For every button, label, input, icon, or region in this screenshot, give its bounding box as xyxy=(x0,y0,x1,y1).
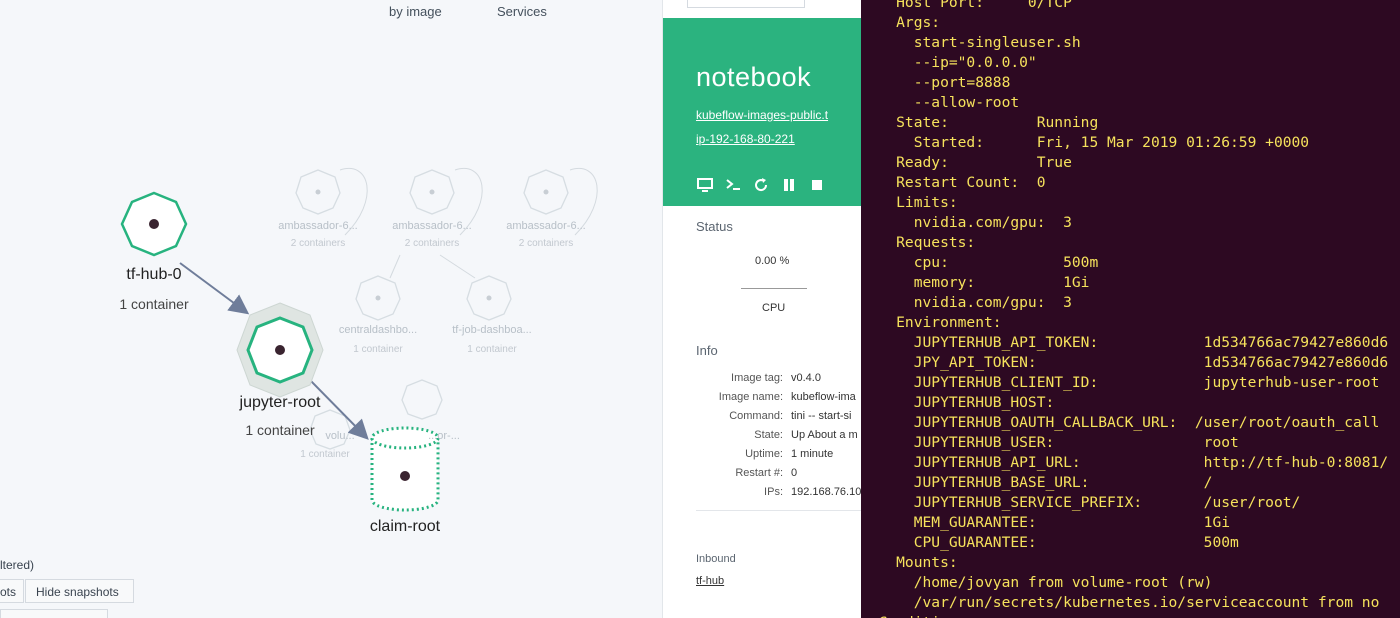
ghost-node-sub: 1 container xyxy=(467,344,517,355)
info-key: State: xyxy=(754,429,783,441)
cpu-sparkline xyxy=(741,288,807,289)
terminal-line: JUPYTERHUB_API_URL: http://tf-hub-0:8081… xyxy=(861,454,1389,471)
details-title: notebook xyxy=(696,62,812,92)
terminal-line: Mounts: xyxy=(861,554,958,571)
terminal-icon[interactable] xyxy=(724,176,742,194)
topology-graph[interactable]: by image Services tf-hub-0 1 container j… xyxy=(0,0,662,618)
stop-icon[interactable] xyxy=(808,176,826,194)
pause-icon[interactable] xyxy=(780,176,798,194)
terminal-line: Restart Count: 0 xyxy=(861,174,1046,191)
info-row: State: Up About a m xyxy=(663,429,863,448)
terminal-line: Args: xyxy=(861,14,941,31)
terminal-line: cpu: 500m xyxy=(861,254,1099,271)
info-row: Image name: kubeflow-ima xyxy=(663,391,863,410)
ghost-node-label[interactable]: ...or-... xyxy=(424,430,464,442)
terminal-line: MEM_GUARANTEE: 1Gi xyxy=(861,514,1231,531)
terminal-line: nvidia.com/gpu: 3 xyxy=(861,214,1072,231)
details-top-strip xyxy=(663,0,863,18)
tf-hub-name[interactable]: tf-hub-0 xyxy=(104,266,204,284)
terminal-line: Ready: True xyxy=(861,154,1072,171)
terminal-line: JPY_API_TOKEN: 1d534766ac79427e860d6 xyxy=(861,354,1389,371)
info-value: 0 xyxy=(791,467,798,479)
details-top-button[interactable] xyxy=(687,0,805,8)
info-row: Image tag: v0.4.0 xyxy=(663,372,863,391)
terminal-line: JUPYTERHUB_HOST: xyxy=(861,394,1055,411)
info-value: 1 minute xyxy=(791,448,834,460)
info-row: Restart #: 0 xyxy=(663,467,863,486)
info-value: Up About a m xyxy=(791,429,858,441)
details-actions xyxy=(696,176,826,194)
terminal-line: Requests: xyxy=(861,234,976,251)
info-value: kubeflow-ima xyxy=(791,391,856,403)
inbound-link[interactable]: tf-hub xyxy=(696,575,724,587)
image-link[interactable]: kubeflow-images-public.t xyxy=(696,108,828,122)
terminal-line: Conditions: xyxy=(861,613,976,618)
tf-hub-sub: 1 container xyxy=(119,296,189,312)
details-panel: notebook kubeflow-images-public.t ip-192… xyxy=(662,0,863,618)
terminal-line: JUPYTERHUB_SERVICE_PREFIX: /user/root/ xyxy=(861,494,1301,511)
info-key: Image tag: xyxy=(731,372,783,384)
terminal-line: Started: Fri, 15 Mar 2019 01:26:59 +0000 xyxy=(861,134,1310,151)
ghost-node-sub: 1 container xyxy=(353,344,403,355)
terminal-line: JUPYTERHUB_USER: root xyxy=(861,434,1239,451)
filter-status: ltered) xyxy=(0,558,35,572)
info-value: 192.168.76.10 xyxy=(791,486,862,498)
terminal-line: JUPYTERHUB_BASE_URL: / xyxy=(861,474,1213,491)
terminal-line: JUPYTERHUB_OAUTH_CALLBACK_URL: /user/roo… xyxy=(861,414,1380,431)
terminal-window[interactable]: Host Port: 0/TCP Args: start-singleuser.… xyxy=(861,0,1400,618)
info-value: v0.4.0 xyxy=(791,372,821,384)
ghost-node-sub: 1 container xyxy=(300,449,350,460)
ghost-node-sub: 2 containers xyxy=(518,238,574,249)
ghost-node-sub: 2 containers xyxy=(290,238,346,249)
ghost-node-label[interactable]: ambassador-6... xyxy=(258,220,378,232)
terminal-line: --ip="0.0.0.0" xyxy=(861,54,1037,71)
restart-icon[interactable] xyxy=(752,176,770,194)
ghost-node-label[interactable]: centraldashbo... xyxy=(318,324,438,336)
monitor-icon[interactable] xyxy=(696,176,714,194)
info-key: Uptime: xyxy=(745,448,783,460)
ghost-node-label[interactable]: ambassador-6... xyxy=(372,220,492,232)
ghost-node-label[interactable]: volu... xyxy=(310,430,370,442)
info-key: Image name: xyxy=(718,391,783,403)
show-snapshots-button[interactable]: ots xyxy=(0,579,24,603)
terminal-line: /home/jovyan from volume-root (rw) xyxy=(861,574,1213,591)
cpu-label: CPU xyxy=(762,302,786,314)
info-key: IPs: xyxy=(764,486,783,498)
host-link[interactable]: ip-192-168-80-221 xyxy=(696,132,795,146)
claim-root-name[interactable]: claim-root xyxy=(345,518,465,536)
info-row: Command: tini -- start-si xyxy=(663,410,863,429)
ghost-node-label[interactable]: tf-job-dashboa... xyxy=(432,324,552,336)
terminal-line: nvidia.com/gpu: 3 xyxy=(861,294,1072,311)
terminal-line: Host Port: 0/TCP xyxy=(861,0,1072,11)
info-row: Uptime: 1 minute xyxy=(663,448,863,467)
info-key: Command: xyxy=(729,410,783,422)
terminal-line: --port=8888 xyxy=(861,74,1011,91)
terminal-line: Limits: xyxy=(861,194,958,211)
bottom-control[interactable] xyxy=(0,609,108,618)
status-section-title: Status xyxy=(696,219,733,234)
terminal-line: State: Running xyxy=(861,114,1099,131)
cpu-value: 0.00 % xyxy=(755,255,790,267)
terminal-line: start-singleuser.sh xyxy=(861,34,1081,51)
info-key: Restart #: xyxy=(735,467,783,479)
divider xyxy=(696,510,863,511)
inbound-section-title: Inbound xyxy=(696,553,736,565)
terminal-line: JUPYTERHUB_API_TOKEN: 1d534766ac79427e86… xyxy=(861,334,1389,351)
hide-snapshots-button[interactable]: Hide snapshots xyxy=(25,579,134,603)
ghost-node-sub: 2 containers xyxy=(404,238,460,249)
ghost-node-label[interactable]: ambassador-6... xyxy=(486,220,606,232)
info-value: tini -- start-si xyxy=(791,410,852,422)
terminal-line: JUPYTERHUB_CLIENT_ID: jupyterhub-user-ro… xyxy=(861,374,1380,391)
terminal-line: /var/run/secrets/kubernetes.io/serviceac… xyxy=(861,594,1380,611)
terminal-line: memory: 1Gi xyxy=(861,274,1090,291)
terminal-line: Environment: xyxy=(861,314,1002,331)
jupyter-root-name[interactable]: jupyter-root xyxy=(210,394,350,412)
terminal-line: --allow-root xyxy=(861,94,1020,111)
terminal-line: CPU_GUARANTEE: 500m xyxy=(861,534,1239,551)
info-section-title: Info xyxy=(696,343,718,358)
info-row: IPs: 192.168.76.10 xyxy=(663,486,863,505)
